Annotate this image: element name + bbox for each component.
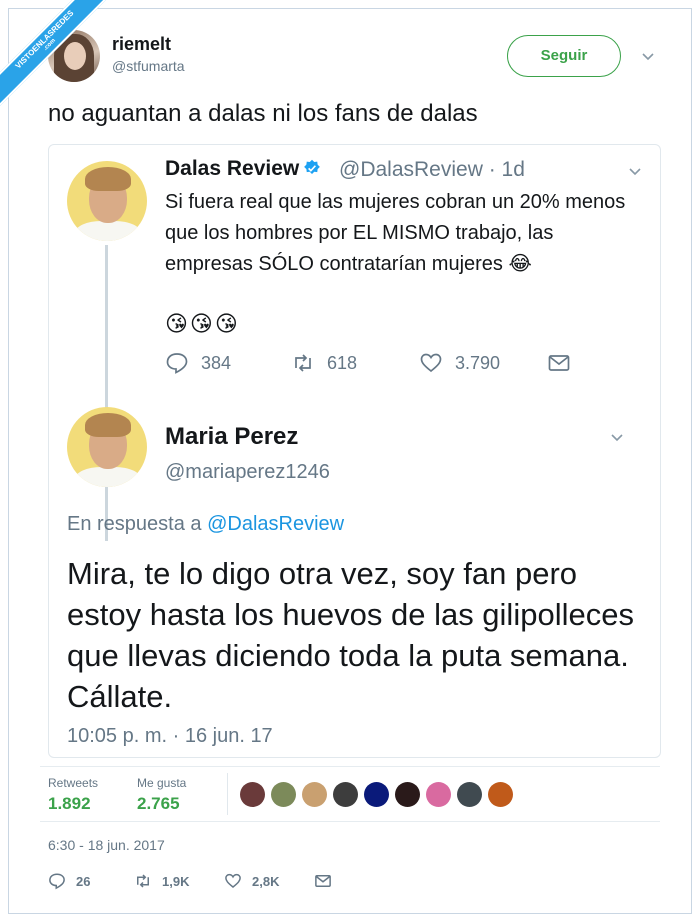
- reply-timestamp[interactable]: 10:05 p. m. · 16 jun. 17: [67, 725, 273, 748]
- quoted-tweet[interactable]: Dalas Review @DalasReview · 1d Si fuera …: [48, 144, 661, 758]
- retweet-count: 618: [327, 352, 358, 373]
- likes-stat[interactable]: Me gusta 2.765: [137, 776, 186, 814]
- watermark-ribbon: VISTOENLASREDES .com: [0, 0, 116, 111]
- liker-avatar[interactable]: [333, 782, 358, 807]
- chevron-down-icon[interactable]: [609, 431, 625, 445]
- envelope-icon: [315, 875, 331, 887]
- quoted-user-name-text: Dalas Review: [165, 157, 300, 180]
- tweet-timestamp: 6:30 - 18 jun. 2017: [48, 837, 165, 853]
- liker-avatar[interactable]: [426, 782, 451, 807]
- watermark-text: VISTOENLASREDES: [13, 8, 76, 71]
- divider: [227, 773, 228, 815]
- reply-context: En respuesta a @DalasReview: [67, 513, 344, 536]
- liker-avatar[interactable]: [457, 782, 482, 807]
- avatar[interactable]: [67, 407, 147, 487]
- retweet-icon: [137, 874, 149, 888]
- chevron-down-icon[interactable]: [640, 48, 656, 64]
- likes-value: 2.765: [137, 794, 180, 813]
- retweets-value: 1.892: [48, 794, 91, 813]
- reply-icon: [166, 353, 188, 374]
- liker-avatar[interactable]: [271, 782, 296, 807]
- verified-icon: [304, 159, 321, 174]
- quoted-tweet-actions: 384 618 3.790: [165, 351, 585, 377]
- tweet-stats: Retweets 1.892 Me gusta 2.765: [40, 766, 660, 822]
- liker-avatars: [240, 782, 513, 807]
- like-action[interactable]: 3.790: [419, 351, 500, 375]
- liker-avatar[interactable]: [395, 782, 420, 807]
- retweets-label: Retweets: [48, 776, 99, 790]
- quoted-tweet-text: Si fuera real que las mujeres cobran un …: [165, 191, 626, 275]
- liker-avatar[interactable]: [488, 782, 513, 807]
- reply-action[interactable]: 26: [48, 872, 90, 890]
- retweets-stat[interactable]: Retweets 1.892: [48, 776, 98, 814]
- avatar-shirt: [75, 467, 141, 487]
- liker-avatar[interactable]: [240, 782, 265, 807]
- mention-link[interactable]: @DalasReview: [207, 513, 344, 535]
- quoted-user-handle[interactable]: @DalasReview · 1d: [339, 158, 525, 182]
- thread-line: [105, 245, 108, 541]
- heart-icon: [225, 873, 241, 888]
- user-name[interactable]: riemelt: [112, 34, 171, 55]
- tweet-actions: 26 1,9K 2,8K: [48, 872, 348, 892]
- avatar-hair: [85, 413, 131, 437]
- message-action[interactable]: [314, 872, 332, 890]
- heart-icon: [420, 353, 442, 373]
- avatar-shirt: [75, 221, 141, 241]
- retweet-action[interactable]: 1,9K: [134, 872, 189, 890]
- watermark-sub: .com: [42, 37, 57, 52]
- reply-icon: [49, 873, 65, 890]
- follow-button[interactable]: Seguir: [507, 35, 621, 77]
- retweet-count: 1,9K: [162, 873, 190, 889]
- liker-avatar[interactable]: [364, 782, 389, 807]
- reply-text: Mira, te lo digo otra vez, soy fan pero …: [67, 556, 634, 714]
- retweet-icon: [295, 354, 311, 372]
- reply-count: 26: [76, 873, 91, 889]
- avatar[interactable]: [67, 161, 147, 241]
- quoted-user-name[interactable]: Dalas Review: [165, 157, 321, 181]
- like-count: 3.790: [455, 352, 501, 373]
- quoted-tweet-emojis: 😘😘😘: [165, 311, 240, 336]
- reply-user-handle[interactable]: @mariaperez1246: [165, 461, 330, 484]
- envelope-icon: [548, 355, 570, 371]
- reply-prefix: En respuesta a: [67, 513, 202, 535]
- chevron-down-icon[interactable]: [627, 165, 643, 179]
- liker-avatar[interactable]: [302, 782, 327, 807]
- likes-label: Me gusta: [137, 776, 187, 790]
- user-handle[interactable]: @stfumarta: [112, 58, 185, 74]
- reply-action[interactable]: 384: [165, 351, 231, 375]
- retweet-action[interactable]: 618: [291, 351, 357, 375]
- reply-user-name[interactable]: Maria Perez: [165, 423, 298, 451]
- like-action[interactable]: 2,8K: [224, 872, 279, 890]
- avatar-hair: [85, 167, 131, 191]
- reply-count: 384: [201, 352, 232, 373]
- watermark: VISTOENLASREDES .com: [0, 0, 120, 120]
- like-count: 2,8K: [252, 873, 280, 889]
- message-action[interactable]: [547, 351, 571, 375]
